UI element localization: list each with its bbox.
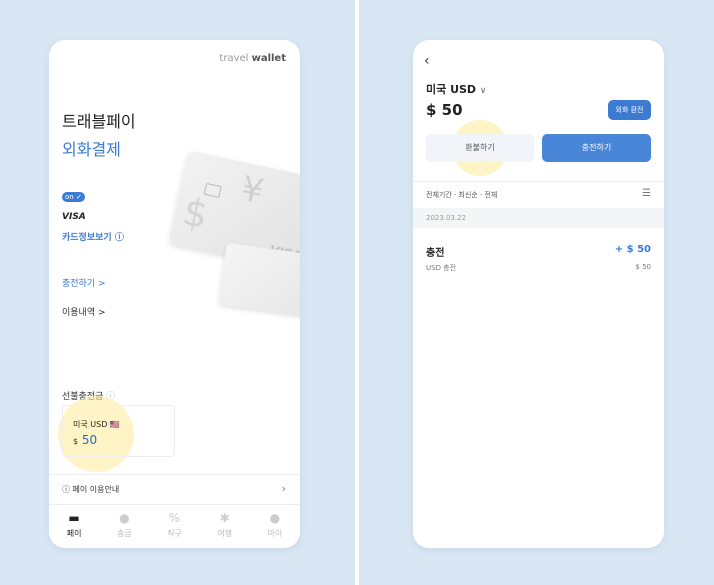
dollar-symbol-icon: $ <box>179 189 212 238</box>
transaction-subtitle: USD 충전 <box>426 264 457 272</box>
card-info-link[interactable]: 카드정보보기 ⓘ <box>62 230 124 243</box>
charge-link[interactable]: 충전하기 > <box>62 276 106 289</box>
tab-label: 마이 <box>267 529 283 538</box>
fx-exchange-button[interactable]: 외화 환전 <box>608 100 651 120</box>
date-text: 2023.03.22 <box>426 214 467 222</box>
tab-travel[interactable]: ✱ 여행 <box>200 505 250 548</box>
transaction-amount: + $ 50 <box>614 244 651 255</box>
tab-label: 직구 <box>167 529 182 538</box>
panel-divider <box>355 0 359 585</box>
guide-text: ⓘ 페이 이용안내 <box>62 485 120 494</box>
card-on-toggle[interactable]: on ✓ <box>62 192 85 202</box>
balance-symbol: $ <box>73 437 79 446</box>
card-illustration: ¥ $ VISA <box>167 150 300 324</box>
tab-label: 여행 <box>217 529 233 538</box>
pay-guide-row[interactable]: ⓘ 페이 이용안내 › <box>49 474 300 504</box>
page-title: 트래블페이 <box>62 112 136 131</box>
chevron-down-icon: ∨ <box>479 86 487 96</box>
filter-text: 전체기간 · 최신순 · 전체 <box>426 191 498 199</box>
palm-tree-icon: ✱ <box>219 511 230 525</box>
card-back-image <box>218 242 300 318</box>
yen-symbol-icon: ¥ <box>237 168 268 213</box>
balance-value: 50 <box>81 433 98 447</box>
card-brand-label: VISA <box>62 212 86 222</box>
currency-selector[interactable]: 미국 USD ∨ <box>426 81 487 97</box>
page-subtitle: 외화결제 <box>62 140 121 159</box>
transaction-sub-amount: $ 50 <box>635 263 651 271</box>
balance-currency: 미국 USD 🇺🇸 <box>73 420 120 429</box>
tab-shopping[interactable]: % 직구 <box>149 505 199 548</box>
tab-label: 페이 <box>66 529 82 538</box>
balance-amount: $ 50 <box>73 433 97 447</box>
person-icon: ● <box>269 511 281 525</box>
brand-bold: wallet <box>251 53 286 64</box>
brand-light: travel <box>219 53 252 64</box>
history-link[interactable]: 이용내역 > <box>62 305 106 318</box>
currency-select-label: 미국 USD <box>426 83 477 96</box>
balance-card[interactable]: 미국 USD 🇺🇸 $ 50 <box>62 405 175 457</box>
transaction-title: 충전 <box>426 248 445 259</box>
tab-my[interactable]: ● 마이 <box>250 505 300 548</box>
app-brand: travel wallet <box>219 53 286 64</box>
back-arrow-icon[interactable]: ‹ <box>424 53 430 69</box>
card-icon: ▬ <box>68 511 80 525</box>
chevron-right-icon: › <box>281 482 286 495</box>
dollar-coin-icon: ● <box>119 511 130 525</box>
bottom-tab-bar: ▬ 페이 ● 송금 % 직구 ✱ 여행 ● 마이 <box>49 504 300 548</box>
charge-button[interactable]: 충전하기 <box>542 134 651 162</box>
tab-pay[interactable]: ▬ 페이 <box>49 505 99 548</box>
toggle-label: on <box>65 193 74 201</box>
filter-row[interactable]: 전체기간 · 최신순 · 전체 ☰ <box>413 181 664 208</box>
tab-label: 송금 <box>116 529 132 538</box>
pay-home-screen: travel wallet 트래블페이 외화결제 ¥ $ VISA on ✓ V… <box>49 40 300 548</box>
filter-sliders-icon[interactable]: ☰ <box>642 188 651 199</box>
date-header: 2023.03.22 <box>413 208 664 228</box>
currency-detail-screen: ‹ 미국 USD ∨ $ 50 외화 환전 환불하기 충전하기 전체기간 · 최… <box>413 40 664 548</box>
percent-tag-icon: % <box>168 511 181 525</box>
balance-amount: $ 50 <box>426 101 463 119</box>
refund-button[interactable]: 환불하기 <box>426 134 534 162</box>
tab-remit[interactable]: ● 송금 <box>99 505 149 548</box>
